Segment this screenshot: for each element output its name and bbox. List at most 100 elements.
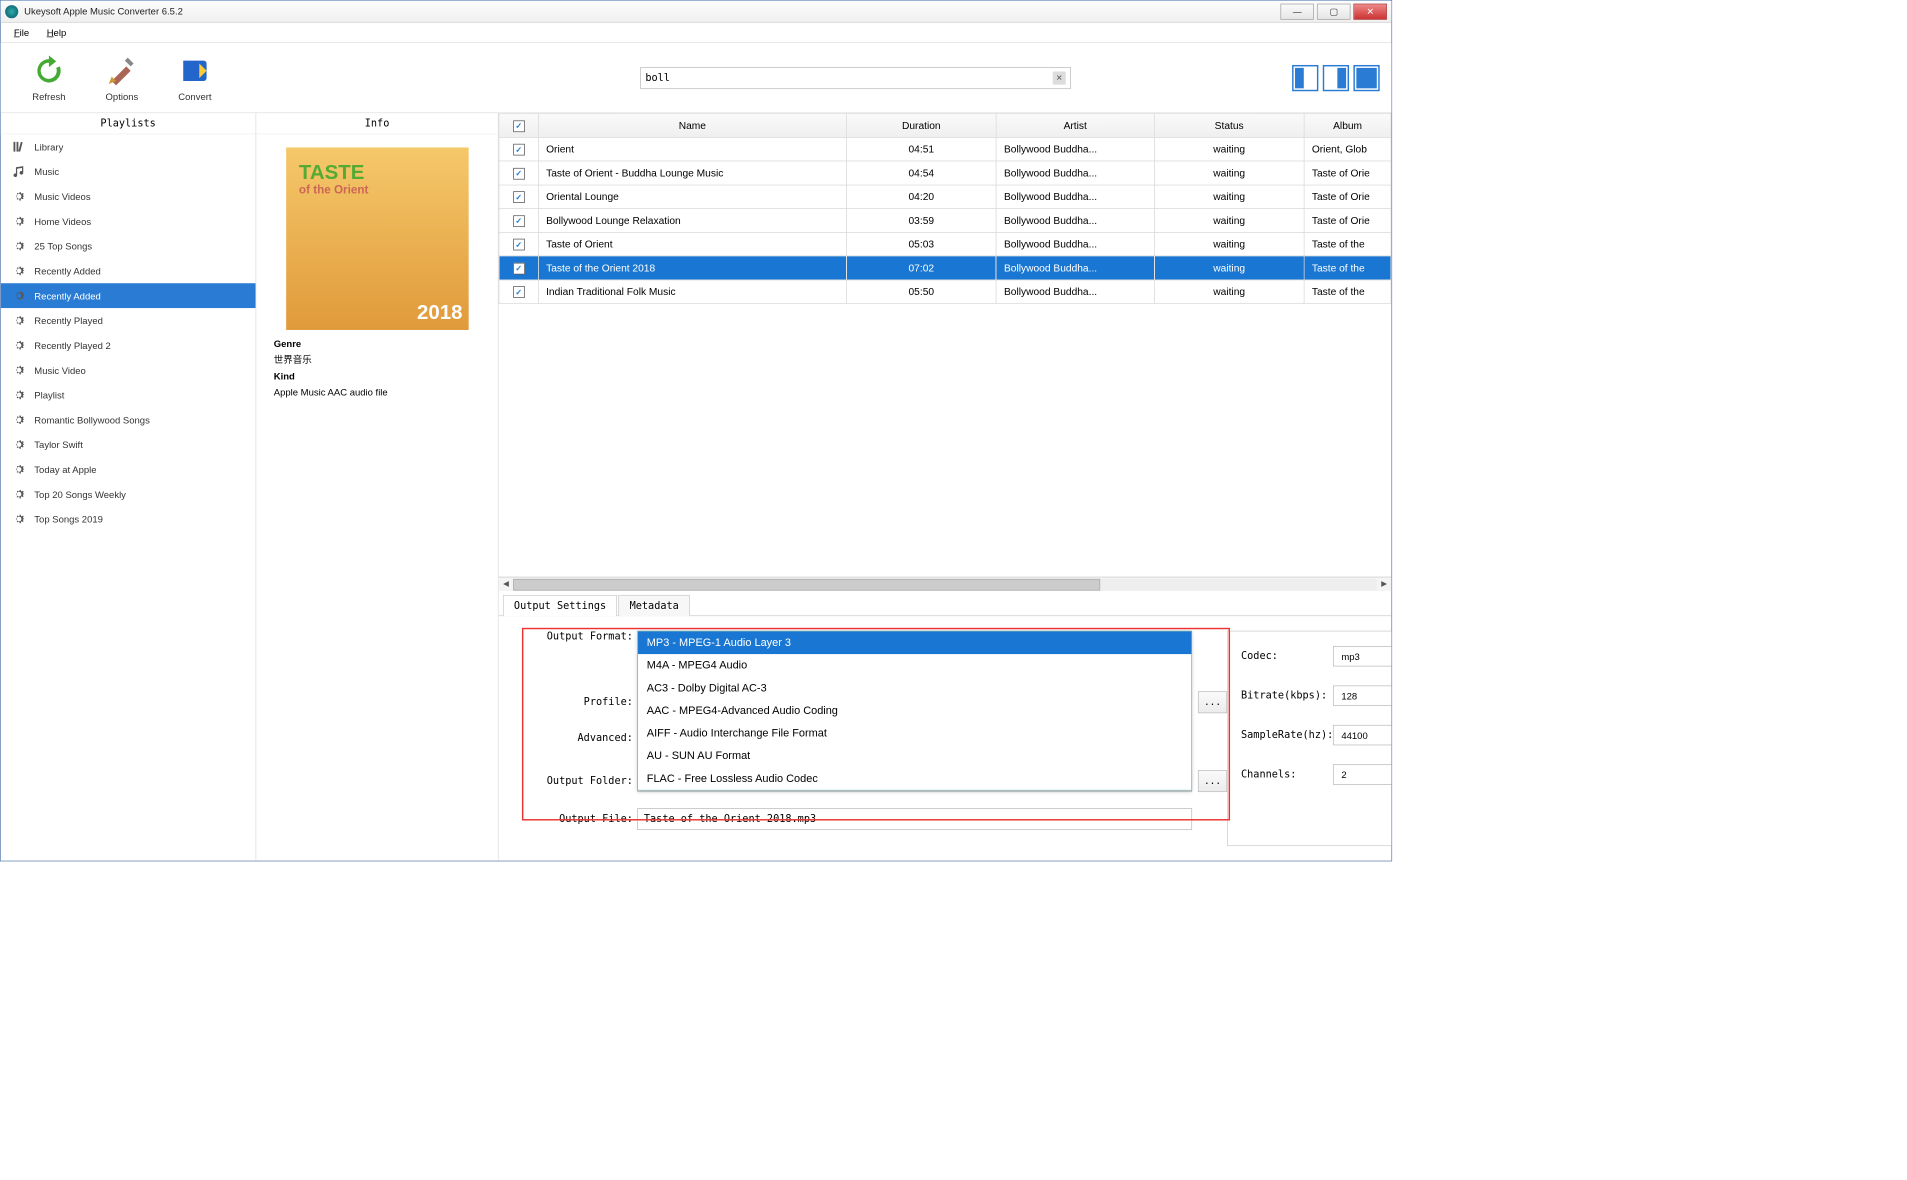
codec-label: Codec:: [1241, 650, 1278, 662]
codec-select[interactable]: mp3: [1333, 646, 1391, 666]
format-option[interactable]: AU - SUN AU Format: [638, 745, 1191, 768]
gear-icon: [11, 238, 27, 254]
view-layout-left[interactable]: [1292, 65, 1318, 91]
sidebar-item[interactable]: Playlist: [1, 383, 256, 408]
header-artist[interactable]: Artist: [996, 114, 1154, 138]
table-row[interactable]: ✓Taste of Orient05:03Bollywood Buddha...…: [499, 232, 1391, 256]
sidebar-item[interactable]: 25 Top Songs: [1, 234, 256, 259]
row-checkbox[interactable]: ✓: [513, 215, 525, 227]
sidebar-item[interactable]: Music Videos: [1, 184, 256, 209]
tab-metadata[interactable]: Metadata: [619, 595, 690, 616]
sidebar-item[interactable]: Recently Added: [1, 258, 256, 283]
settings-tabs: Output Settings Metadata: [499, 594, 1392, 616]
menubar: File Help: [1, 23, 1392, 43]
table-row[interactable]: ✓Taste of Orient - Buddha Lounge Music04…: [499, 161, 1391, 185]
sidebar: Playlists Library Music Music VideosHome V…: [1, 113, 257, 861]
sidebar-item[interactable]: Recently Played 2: [1, 333, 256, 358]
sidebar-item-label: 25 Top Songs: [34, 241, 92, 252]
format-option[interactable]: AIFF - Audio Interchange File Format: [638, 722, 1191, 745]
output-format-dropdown[interactable]: MP3 - MPEG-1 Audio Layer 3M4A - MPEG4 Au…: [637, 631, 1192, 791]
sidebar-item[interactable]: Library: [1, 134, 256, 159]
close-button[interactable]: ✕: [1353, 3, 1387, 19]
sidebar-item[interactable]: Recently Played: [1, 308, 256, 333]
format-option[interactable]: MP3 - MPEG-1 Audio Layer 3: [638, 631, 1191, 654]
menu-file[interactable]: File: [7, 24, 37, 41]
sidebar-item[interactable]: Music Video: [1, 358, 256, 383]
header-duration[interactable]: Duration: [846, 114, 996, 138]
row-checkbox[interactable]: ✓: [513, 262, 525, 274]
table-row[interactable]: ✓Orient04:51Bollywood Buddha...waitingOr…: [499, 137, 1391, 161]
horizontal-scrollbar[interactable]: ◀ ▶: [499, 577, 1392, 592]
row-checkbox[interactable]: ✓: [513, 144, 525, 156]
minimize-button[interactable]: —: [1280, 3, 1314, 19]
sidebar-item[interactable]: Music: [1, 159, 256, 184]
gear-icon: [11, 412, 27, 428]
options-button[interactable]: Options: [85, 53, 158, 102]
table-row[interactable]: ✓Oriental Lounge04:20Bollywood Buddha...…: [499, 185, 1391, 209]
cell-name: Taste of the Orient 2018: [538, 256, 846, 280]
bitrate-label: Bitrate(kbps):: [1241, 690, 1327, 702]
bitrate-select[interactable]: 128: [1333, 685, 1391, 705]
sidebar-item[interactable]: Taylor Swift: [1, 432, 256, 457]
row-checkbox[interactable]: ✓: [513, 286, 525, 298]
view-layout-full[interactable]: [1353, 65, 1379, 91]
gear-icon: [11, 337, 27, 353]
gear-icon: [11, 213, 27, 229]
format-option[interactable]: AC3 - Dolby Digital AC-3: [638, 677, 1191, 700]
sidebar-item-label: Music: [34, 166, 59, 177]
header-checkbox[interactable]: ✓: [499, 114, 538, 138]
refresh-icon: [31, 53, 66, 88]
scroll-left-icon[interactable]: ◀: [499, 580, 514, 588]
sidebar-item[interactable]: Romantic Bollywood Songs: [1, 407, 256, 432]
cell-status: waiting: [1154, 232, 1304, 256]
sidebar-item[interactable]: Top Songs 2019: [1, 507, 256, 532]
titlebar: Ukeysoft Apple Music Converter 6.5.2 — ▢…: [1, 1, 1392, 23]
tab-output-settings[interactable]: Output Settings: [503, 595, 617, 616]
cell-name: Taste of Orient: [538, 232, 846, 256]
cell-status: waiting: [1154, 280, 1304, 304]
music-icon: [11, 164, 27, 180]
sidebar-item[interactable]: Home Videos: [1, 209, 256, 234]
convert-button[interactable]: Convert: [158, 53, 231, 102]
table-row[interactable]: ✓Indian Traditional Folk Music05:50Bolly…: [499, 280, 1391, 304]
sidebar-item[interactable]: Recently Added: [1, 283, 256, 308]
header-name[interactable]: Name: [538, 114, 846, 138]
output-format-label: Output Format:: [528, 631, 638, 643]
sidebar-item[interactable]: Top 20 Songs Weekly: [1, 482, 256, 507]
cell-name: Taste of Orient - Buddha Lounge Music: [538, 161, 846, 185]
maximize-button[interactable]: ▢: [1317, 3, 1351, 19]
table-row[interactable]: ✓Bollywood Lounge Relaxation03:59Bollywo…: [499, 208, 1391, 232]
sidebar-item-label: Recently Added: [34, 265, 100, 276]
cell-artist: Bollywood Buddha...: [996, 161, 1154, 185]
info-panel: Info TASTE of the Orient 2018 Genre 世界音乐…: [256, 113, 498, 861]
output-file-input[interactable]: [637, 808, 1192, 830]
sidebar-item-label: Recently Played: [34, 315, 103, 326]
album-cover: TASTE of the Orient 2018: [286, 147, 469, 330]
sidebar-item[interactable]: Today at Apple: [1, 457, 256, 482]
samplerate-select[interactable]: 44100: [1333, 725, 1391, 745]
scroll-right-icon[interactable]: ▶: [1377, 580, 1392, 588]
view-layout-right[interactable]: [1323, 65, 1349, 91]
row-checkbox[interactable]: ✓: [513, 168, 525, 180]
options-icon: [104, 53, 139, 88]
format-option[interactable]: AAC - MPEG4-Advanced Audio Coding: [638, 699, 1191, 722]
menu-help[interactable]: Help: [39, 24, 73, 41]
header-status[interactable]: Status: [1154, 114, 1304, 138]
format-option[interactable]: FLAC - Free Lossless Audio Codec: [638, 767, 1191, 790]
format-option[interactable]: M4A - MPEG4 Audio: [638, 654, 1191, 677]
clear-search-icon[interactable]: ✕: [1053, 71, 1066, 84]
search-box[interactable]: ✕: [640, 67, 1071, 89]
channels-select[interactable]: 2: [1333, 764, 1391, 784]
row-checkbox[interactable]: ✓: [513, 191, 525, 203]
toolbar: Refresh Options Convert ✕: [1, 43, 1392, 113]
sidebar-item-label: Today at Apple: [34, 464, 96, 475]
row-checkbox[interactable]: ✓: [513, 239, 525, 251]
table-row[interactable]: ✓Taste of the Orient 201807:02Bollywood …: [499, 256, 1391, 280]
refresh-button[interactable]: Refresh: [12, 53, 85, 102]
search-input[interactable]: [645, 72, 1052, 84]
gear-icon: [11, 461, 27, 477]
header-album[interactable]: Album: [1304, 114, 1391, 138]
scroll-thumb[interactable]: [513, 579, 1100, 591]
cell-album: Taste of Orie: [1304, 185, 1391, 209]
sidebar-header: Playlists: [1, 113, 256, 134]
